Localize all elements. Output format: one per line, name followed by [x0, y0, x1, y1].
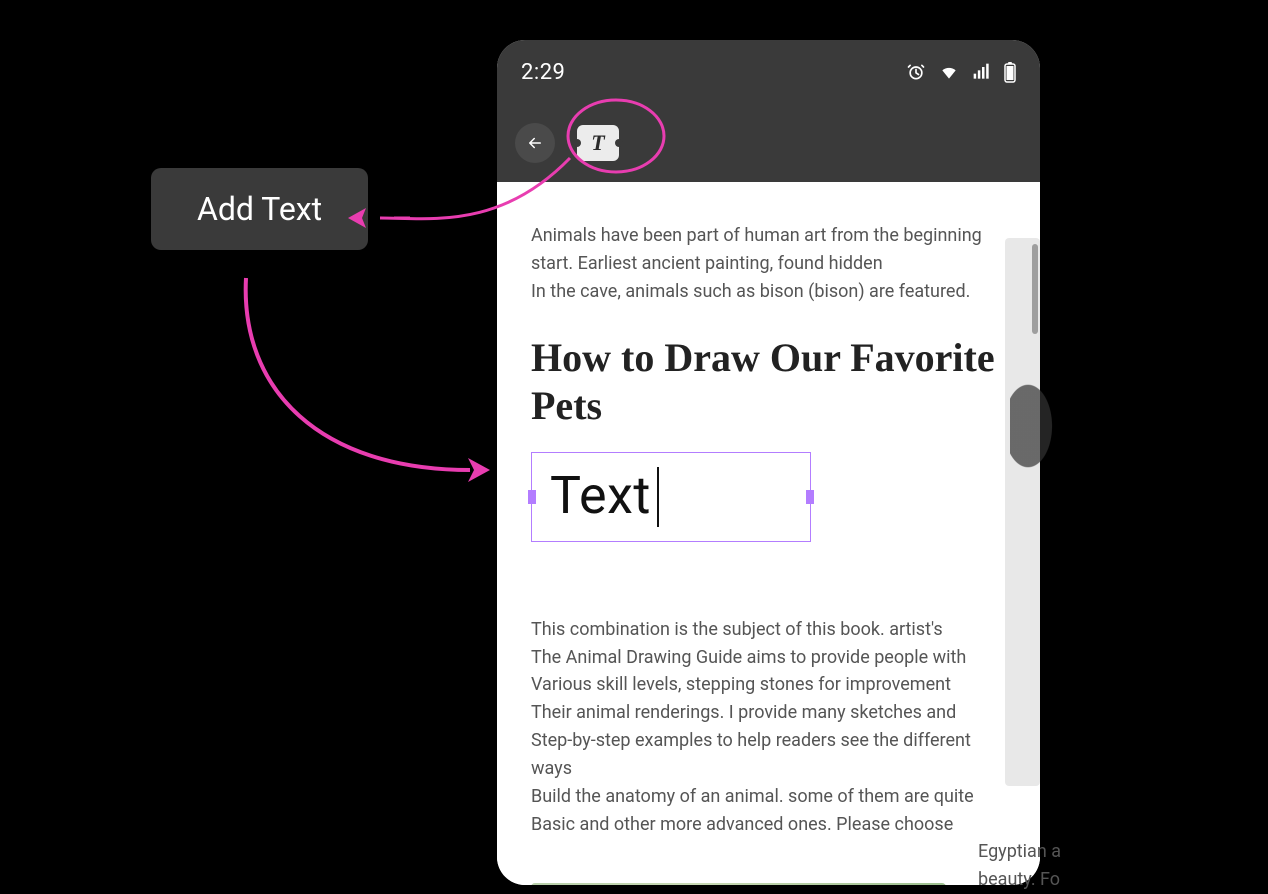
para2-line: Their animal renderings. I provide many …	[531, 699, 1006, 727]
arrow-left-icon	[526, 134, 544, 152]
para2-line: Step-by-step examples to help readers se…	[531, 727, 1006, 783]
document-canvas[interactable]: Animals have been part of human art from…	[497, 182, 1040, 885]
inserted-text-box[interactable]: Text	[531, 452, 811, 542]
para2-line: Basic and other more advanced ones. Plea…	[531, 811, 1006, 839]
back-button[interactable]	[515, 123, 555, 163]
peek-line: beauty. Fo	[978, 866, 1178, 894]
document-heading: How to Draw Our Favorite Pets	[531, 334, 1006, 430]
scrollbar-thumb[interactable]	[1032, 244, 1038, 334]
para2-line: Build the anatomy of an animal. some of …	[531, 783, 1006, 811]
peek-line: Egyptian a	[978, 838, 1178, 866]
wifi-icon	[938, 62, 960, 82]
phone-mockup: 2:29 T Animals have been part of human a	[497, 40, 1040, 885]
text-tool-icon: T	[591, 130, 604, 156]
paragraph-1: Animals have been part of human art from…	[531, 222, 1006, 306]
status-time: 2:29	[521, 60, 565, 85]
add-text-button[interactable]: T	[577, 125, 619, 161]
peek-illustration	[1010, 378, 1070, 498]
alarm-icon	[906, 62, 926, 82]
para2-line: This combination is the subject of this …	[531, 616, 1006, 644]
para2-line: The Animal Drawing Guide aims to provide…	[531, 644, 1006, 672]
status-icons	[906, 61, 1016, 83]
signal-icon	[972, 62, 992, 82]
resize-handle-left[interactable]	[528, 490, 536, 504]
paragraph-2: This combination is the subject of this …	[531, 616, 1006, 839]
resize-handle-right[interactable]	[806, 490, 814, 504]
annotation-arrowhead-2	[468, 458, 490, 482]
battery-icon	[1004, 61, 1016, 83]
add-text-tooltip-label: Add Text	[197, 190, 322, 228]
app-toolbar: T	[497, 104, 1040, 182]
para1-line: start. Earliest ancient painting, found …	[531, 250, 1006, 278]
annotation-arrow-2	[246, 278, 470, 470]
peek-text: Egyptian a beauty. Fo	[978, 838, 1178, 894]
para1-line: Animals have been part of human art from…	[531, 222, 1006, 250]
para2-line: Various skill levels, stepping stones fo…	[531, 671, 1006, 699]
next-page-peek	[1005, 238, 1040, 786]
para1-line: In the cave, animals such as bison (biso…	[531, 278, 1006, 306]
text-box-value[interactable]: Text	[550, 456, 651, 537]
text-cursor	[657, 467, 659, 527]
status-bar: 2:29	[497, 40, 1040, 104]
add-text-tooltip: Add Text	[151, 168, 368, 250]
